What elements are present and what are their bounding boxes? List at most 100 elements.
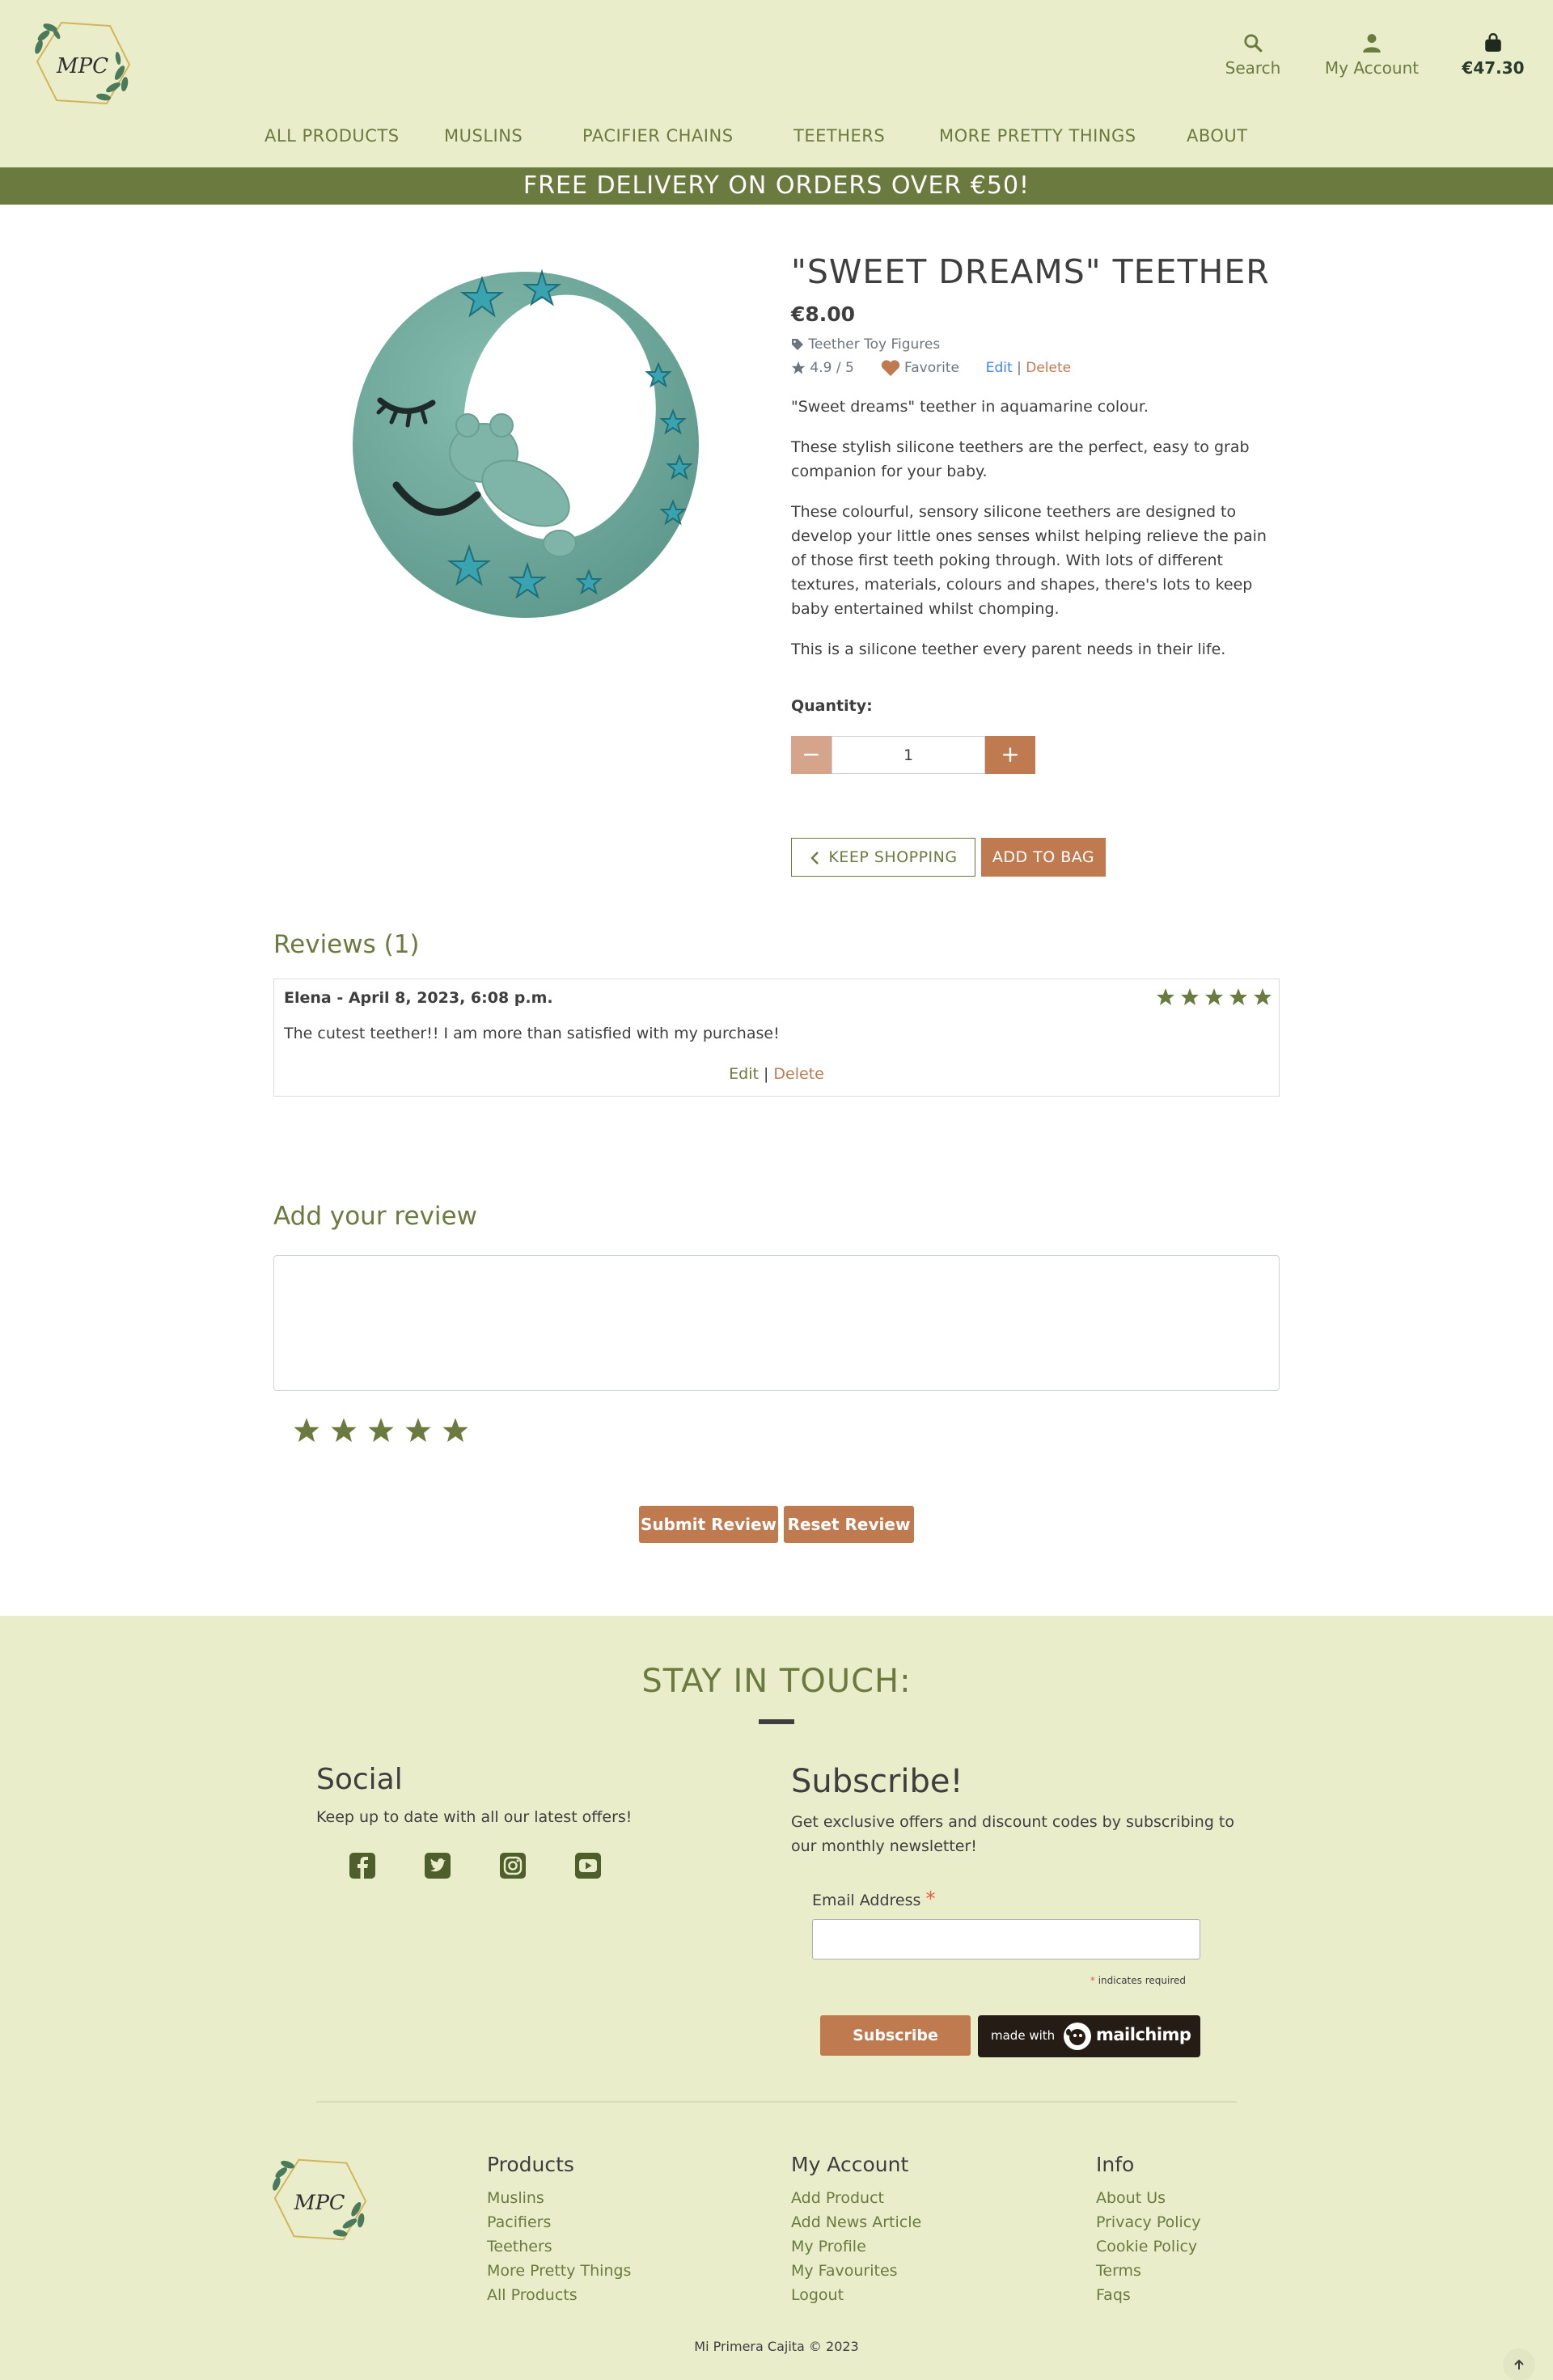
copyright: Mi Primera Cajita © 2023 — [694, 2339, 859, 2354]
chevron-left-icon — [810, 851, 819, 864]
star-icon — [791, 361, 806, 374]
user-icon — [1363, 34, 1381, 53]
free-delivery-banner: FREE DELIVERY ON ORDERS OVER €50! — [0, 167, 1553, 205]
footer-link-about-us[interactable]: About Us — [1096, 2186, 1200, 2210]
footer-link-teethers[interactable]: Teethers — [487, 2234, 631, 2259]
separator: | — [763, 1065, 769, 1083]
product-price: €8.00 — [791, 302, 856, 326]
search-label: Search — [1225, 58, 1281, 78]
keep-shopping-label: KEEP SHOPPING — [828, 848, 958, 866]
social-text: Keep up to date with all our latest offe… — [316, 1808, 633, 1826]
nav-more-pretty-things[interactable]: MORE PRETTY THINGS — [939, 126, 1136, 146]
my-account-button[interactable]: My Account — [1322, 32, 1422, 78]
nav-muslins[interactable]: MUSLINS — [444, 126, 523, 146]
shopping-bag-button[interactable]: €47.30 — [1461, 32, 1525, 78]
facebook-icon[interactable] — [349, 1852, 376, 1879]
footer-link-muslins[interactable]: Muslins — [487, 2186, 631, 2210]
my-account-label: My Account — [1324, 58, 1420, 78]
product-description-1: "Sweet dreams" teether in aquamarine col… — [791, 398, 1149, 416]
review-text: The cutest teether!! I am more than sati… — [284, 1025, 780, 1042]
footer-account-heading: My Account — [791, 2153, 909, 2176]
rating-star-icon[interactable] — [442, 1417, 469, 1444]
review-star-rating — [1151, 987, 1272, 1008]
product-title: "SWEET DREAMS" TEETHER — [791, 252, 1270, 291]
review-actions: Edit | Delete — [274, 1065, 1279, 1083]
footer-link-add-product[interactable]: Add Product — [791, 2186, 921, 2210]
nav-about[interactable]: ABOUT — [1187, 126, 1248, 146]
footer-info-heading: Info — [1096, 2153, 1135, 2176]
star-icon — [1205, 988, 1223, 1005]
mailchimp-logo-icon — [1064, 2023, 1091, 2050]
review-textarea[interactable] — [273, 1255, 1280, 1391]
required-note: * indicates required — [971, 1975, 1186, 1986]
rating-star-icon[interactable] — [404, 1417, 432, 1444]
footer-link-pacifiers[interactable]: Pacifiers — [487, 2210, 631, 2234]
search-button[interactable]: Search — [1223, 32, 1283, 78]
bag-total: €47.30 — [1462, 58, 1525, 78]
logo-text: MPC — [56, 54, 108, 78]
footer-link-terms[interactable]: Terms — [1096, 2259, 1200, 2283]
heart-icon[interactable] — [881, 359, 900, 377]
back-to-top-button[interactable] — [1503, 2348, 1535, 2380]
footer-link-all-products[interactable]: All Products — [487, 2283, 631, 2307]
site-footer: STAY IN TOUCH: Social Keep up to date wi… — [0, 1616, 1553, 2380]
required-asterisk: * — [925, 1888, 936, 1910]
star-icon — [1181, 988, 1199, 1005]
product-category-label: Teether Toy Figures — [808, 336, 941, 353]
logo-text: MPC — [293, 2191, 345, 2215]
add-to-bag-button[interactable]: ADD TO BAG — [981, 838, 1106, 877]
footer-info-column: Info About Us Privacy Policy Cookie Poli… — [1096, 2153, 1200, 2307]
twitter-icon[interactable] — [424, 1852, 451, 1879]
reset-review-button[interactable]: Reset Review — [784, 1506, 914, 1543]
youtube-icon[interactable] — [574, 1852, 602, 1879]
site-header: MPC Search My Account €47.30 ALL PRODUCT… — [0, 0, 1553, 167]
submit-review-button[interactable]: Submit Review — [639, 1506, 778, 1543]
nav-pacifier-chains[interactable]: PACIFIER CHAINS — [582, 126, 734, 146]
footer-link-faqs[interactable]: Faqs — [1096, 2283, 1200, 2307]
review-rating-input[interactable] — [293, 1417, 479, 1446]
subscribe-text: Get exclusive offers and discount codes … — [791, 1813, 1235, 1855]
email-label-text: Email Address — [812, 1892, 921, 1909]
footer-link-more-pretty-things[interactable]: More Pretty Things — [487, 2259, 631, 2283]
quantity-increment-button[interactable]: + — [985, 736, 1035, 774]
footer-link-logout[interactable]: Logout — [791, 2283, 921, 2307]
mailchimp-made-with: made with — [991, 2028, 1056, 2043]
email-input[interactable] — [812, 1919, 1200, 1959]
nav-all-products[interactable]: ALL PRODUCTS — [264, 126, 400, 146]
quantity-decrement-button[interactable]: − — [791, 736, 832, 774]
footer-link-cookie-policy[interactable]: Cookie Policy — [1096, 2234, 1200, 2259]
footer-logo[interactable]: MPC — [267, 2153, 372, 2247]
edit-review-link[interactable]: Edit — [729, 1065, 759, 1083]
footer-link-my-favourites[interactable]: My Favourites — [791, 2259, 921, 2283]
subscribe-button[interactable]: Subscribe — [820, 2015, 971, 2056]
footer-link-my-profile[interactable]: My Profile — [791, 2234, 921, 2259]
nav-teethers[interactable]: TEETHERS — [793, 126, 885, 146]
mailchimp-badge[interactable]: made with mailchimp — [978, 2015, 1200, 2057]
footer-products-heading: Products — [487, 2153, 574, 2176]
footer-link-privacy-policy[interactable]: Privacy Policy — [1096, 2210, 1200, 2234]
product-description-2: These stylish silicone teethers are the … — [791, 438, 1250, 480]
star-icon — [1254, 988, 1272, 1005]
rating-star-icon[interactable] — [293, 1417, 320, 1444]
delete-product-link[interactable]: Delete — [1026, 360, 1071, 376]
edit-product-link[interactable]: Edit — [986, 360, 1013, 376]
email-label: Email Address * — [812, 1888, 935, 1910]
rating-star-icon[interactable] — [330, 1417, 358, 1444]
instagram-icon[interactable] — [499, 1852, 527, 1879]
product-meta: 4.9 / 5 Favorite Edit | Delete — [791, 359, 1071, 377]
product-category-link[interactable]: Teether Toy Figures — [791, 336, 940, 353]
footer-products-column: Products Muslins Pacifiers Teethers More… — [487, 2153, 631, 2307]
subscribe-heading: Subscribe! — [791, 1763, 963, 1800]
rating-star-icon[interactable] — [367, 1417, 395, 1444]
star-icon — [1229, 988, 1247, 1005]
shopping-bag-icon — [1485, 32, 1501, 52]
review-author: Elena - April 8, 2023, 6:08 p.m. — [284, 989, 553, 1007]
delete-review-link[interactable]: Delete — [773, 1065, 823, 1083]
social-heading: Social — [316, 1763, 403, 1796]
quantity-input[interactable] — [832, 736, 985, 774]
site-logo[interactable]: MPC — [29, 16, 136, 110]
favorite-label[interactable]: Favorite — [904, 360, 959, 376]
footer-link-add-news-article[interactable]: Add News Article — [791, 2210, 921, 2234]
product-description-3: These colourful, sensory silicone teethe… — [791, 503, 1267, 618]
keep-shopping-button[interactable]: KEEP SHOPPING — [791, 838, 975, 877]
